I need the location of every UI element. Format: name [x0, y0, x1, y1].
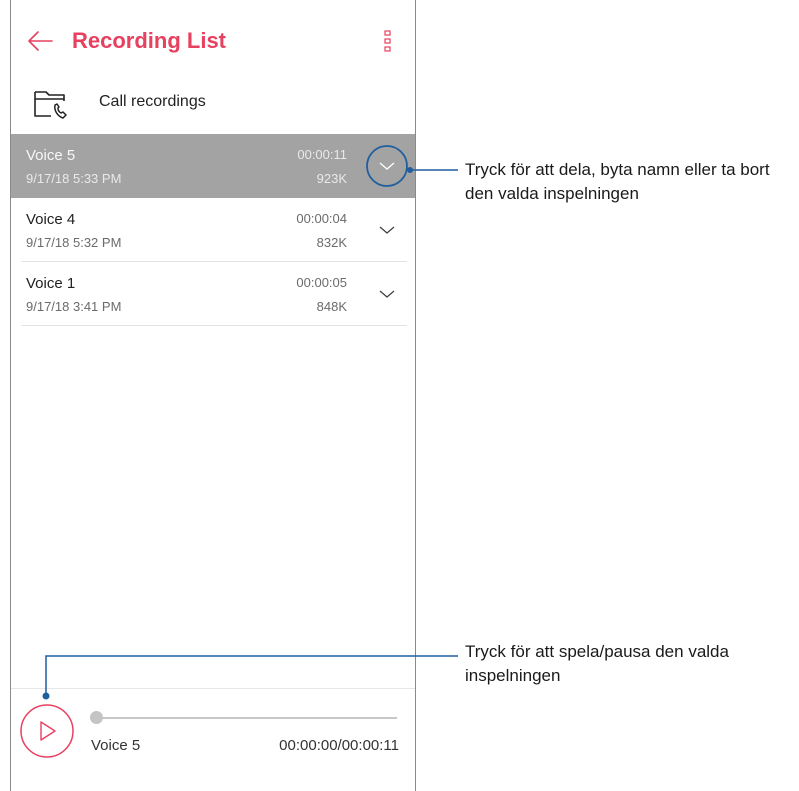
- recording-name: Voice 4: [26, 211, 76, 228]
- divider: [21, 325, 407, 326]
- recording-date: 9/17/18 3:41 PM: [26, 299, 122, 314]
- play-icon[interactable]: [19, 703, 75, 759]
- now-playing-time: 00:00:00/00:00:11: [279, 737, 399, 754]
- callout-play-text: Tryck för att spela/pausa den valda insp…: [465, 642, 729, 685]
- chevron-down-icon[interactable]: [377, 156, 397, 176]
- chevron-down-icon[interactable]: [377, 284, 397, 304]
- recording-duration: 00:00:04: [296, 211, 347, 226]
- back-arrow-icon[interactable]: [25, 26, 55, 56]
- recording-item-voice-1[interactable]: Voice 1 9/17/18 3:41 PM 00:00:05 848K: [11, 262, 415, 326]
- chevron-down-icon[interactable]: [377, 220, 397, 240]
- now-playing-name: Voice 5: [91, 737, 141, 754]
- page-title: Recording List: [72, 28, 227, 53]
- seek-bar[interactable]: [90, 709, 397, 725]
- folder-label: Call recordings: [99, 93, 206, 110]
- recording-item-voice-5[interactable]: Voice 5 9/17/18 5:33 PM 00:00:11 923K: [11, 134, 415, 198]
- recording-name: Voice 1: [26, 275, 76, 292]
- mini-player: Voice 5 00:00:00/00:00:11: [11, 688, 415, 791]
- recording-duration: 00:00:05: [296, 275, 347, 290]
- phone-screen: Recording List Call recordings Voice 5 9…: [10, 0, 416, 791]
- seek-thumb[interactable]: [90, 711, 103, 724]
- app-bar: Recording List: [11, 0, 415, 82]
- recording-size: 832K: [316, 235, 347, 250]
- recording-date: 9/17/18 5:32 PM: [26, 235, 122, 250]
- call-recordings-folder[interactable]: Call recordings: [11, 82, 415, 134]
- recording-size: 848K: [316, 299, 347, 314]
- recording-name: Voice 5: [26, 147, 76, 164]
- callout-options-text: Tryck för att dela, byta namn eller ta b…: [465, 160, 770, 203]
- recording-size: 923K: [316, 171, 347, 186]
- more-options-icon[interactable]: [383, 30, 393, 52]
- recording-item-voice-4[interactable]: Voice 4 9/17/18 5:32 PM 00:00:04 832K: [11, 198, 415, 262]
- recording-duration: 00:00:11: [297, 147, 347, 162]
- seek-track: [91, 717, 397, 719]
- folder-phone-icon: [34, 91, 67, 119]
- recording-date: 9/17/18 5:33 PM: [26, 171, 122, 186]
